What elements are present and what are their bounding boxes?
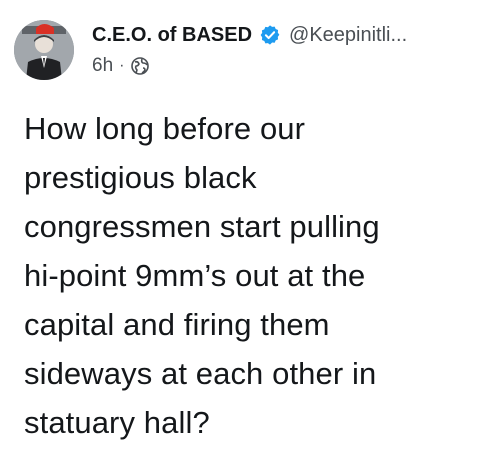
verified-badge-icon <box>259 24 281 46</box>
tweet-text-line: hi-point 9mm’s out at the <box>24 258 366 293</box>
tweet-text-line: congressmen start pulling <box>24 209 380 244</box>
profile-photo <box>14 20 74 80</box>
tweet-text: How long before our prestigious black co… <box>24 104 490 447</box>
author-row: C.E.O. of BASED @Keepinitli... <box>92 21 492 49</box>
tweet-card: C.E.O. of BASED @Keepinitli... 6h · How … <box>0 0 500 452</box>
display-name[interactable]: C.E.O. of BASED <box>92 24 252 47</box>
avatar[interactable] <box>14 20 74 80</box>
globe-icon <box>130 56 150 76</box>
meta-separator: · <box>119 57 125 74</box>
tweet-text-line: How long before our <box>24 111 306 146</box>
timestamp[interactable]: 6h <box>92 55 113 77</box>
tweet-header: C.E.O. of BASED @Keepinitli... 6h · <box>92 21 492 79</box>
tweet-text-line: statuary hall? <box>24 405 210 440</box>
tweet-text-line: prestigious black <box>24 160 257 195</box>
tweet-text-line: sideways at each other in <box>24 356 377 391</box>
tweet-text-line: capital and firing them <box>24 307 330 342</box>
author-handle[interactable]: @Keepinitli... <box>289 24 407 47</box>
tweet-meta: 6h · <box>92 53 492 79</box>
